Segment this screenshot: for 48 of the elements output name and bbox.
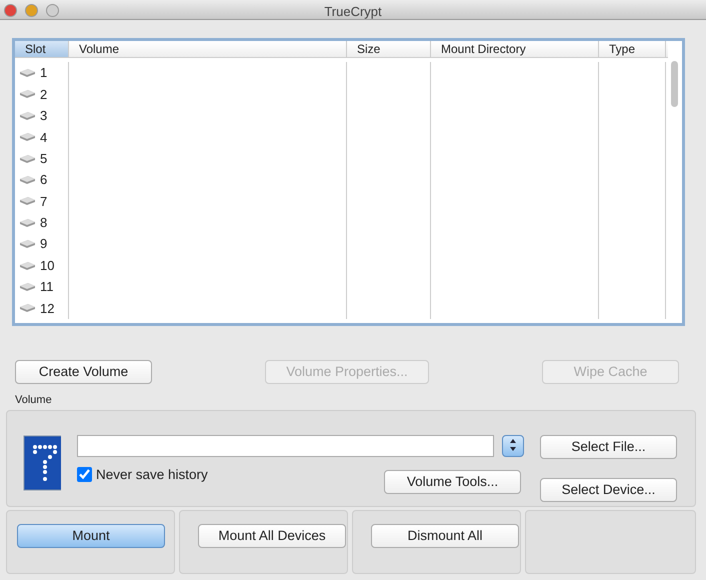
column-header[interactable]: Slot bbox=[15, 41, 69, 58]
drive-icon bbox=[19, 218, 36, 228]
drive-icon bbox=[19, 154, 36, 164]
window-title: TrueCrypt bbox=[324, 3, 382, 21]
history-dropdown-button[interactable] bbox=[502, 434, 524, 457]
slot-number: 6 bbox=[40, 171, 48, 190]
slot-number: 4 bbox=[40, 128, 48, 146]
slot-number: 11 bbox=[40, 278, 54, 296]
drive-icon bbox=[19, 89, 36, 100]
mount-button[interactable]: Mount bbox=[17, 524, 165, 548]
minimize-button[interactable] bbox=[25, 4, 38, 17]
slot-number: 9 bbox=[40, 235, 48, 254]
scrollbar-thumb[interactable] bbox=[671, 61, 678, 107]
slot-number: 2 bbox=[40, 86, 48, 104]
zoom-button[interactable] bbox=[46, 4, 59, 17]
drive-icon bbox=[19, 260, 36, 271]
column-header[interactable]: Mount Directory bbox=[431, 41, 599, 58]
drive-icon bbox=[19, 303, 36, 314]
close-button[interactable] bbox=[4, 4, 17, 17]
mount-button[interactable]: Mount All Devices bbox=[198, 524, 346, 548]
volume-button[interactable]: Select Device... bbox=[540, 478, 677, 502]
drive-icon bbox=[19, 110, 36, 121]
mount-button[interactable]: Dismount All bbox=[371, 524, 519, 548]
volume-button[interactable]: Volume Tools... bbox=[384, 470, 521, 494]
checkbox-label[interactable]: Never save history bbox=[96, 464, 208, 485]
volume-path-field[interactable] bbox=[77, 434, 494, 457]
updown-arrows-icon bbox=[509, 438, 517, 452]
slot-number: 5 bbox=[40, 150, 48, 168]
drive-icon bbox=[19, 175, 36, 186]
drive-icon bbox=[19, 282, 36, 292]
drive-icon bbox=[19, 132, 36, 142]
slot-number: 1 bbox=[40, 64, 48, 82]
drive-icon bbox=[19, 68, 36, 78]
volume-button[interactable]: Select File... bbox=[540, 434, 677, 459]
column-header[interactable]: Size bbox=[347, 41, 431, 58]
section-label: Volume bbox=[15, 393, 53, 408]
slot-number: 8 bbox=[40, 214, 48, 232]
drive-icon bbox=[19, 196, 36, 206]
slot-number: 7 bbox=[40, 192, 48, 211]
checkbox[interactable] bbox=[77, 467, 92, 482]
slot-number: 10 bbox=[40, 256, 54, 275]
slot-number: 3 bbox=[40, 107, 48, 126]
drive-icon bbox=[19, 239, 36, 250]
slot-number: 12 bbox=[40, 300, 54, 318]
column-header[interactable]: Type bbox=[599, 41, 666, 58]
app-logo-icon bbox=[23, 434, 61, 491]
action-button[interactable]: Create Volume bbox=[15, 360, 152, 384]
column-header[interactable]: Volume bbox=[69, 41, 347, 58]
